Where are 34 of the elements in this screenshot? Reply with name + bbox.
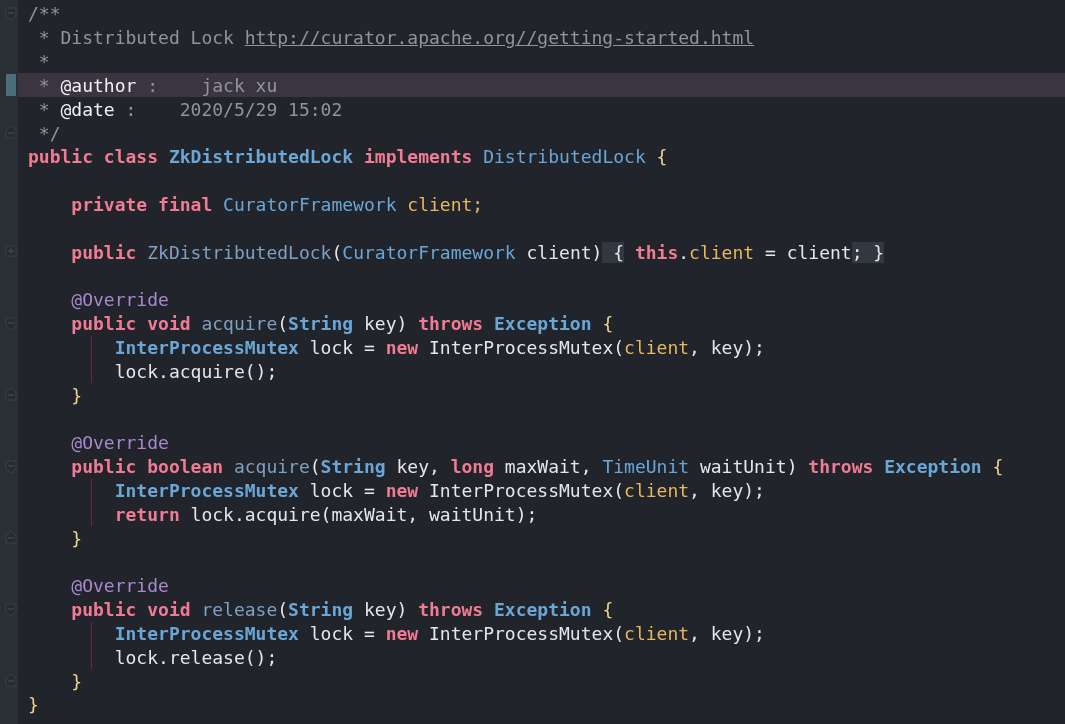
code-line: public void release(String key) throws Exception {	[70, 599, 614, 621]
code-line: lock.release();	[113, 646, 278, 668]
code-line: lock.acquire();	[113, 360, 278, 382]
collapse-icon[interactable]	[4, 458, 18, 474]
collapse-icon[interactable]	[4, 387, 18, 403]
collapse-icon[interactable]	[4, 6, 18, 21]
code-line: @Override	[70, 432, 169, 454]
code-line: /**	[28, 3, 61, 25]
code-line: InterProcessMutex lock = new InterProcessMutex(client, key);	[113, 479, 765, 501]
code-line: return lock.acquire(maxWait, waitUnit);	[113, 503, 538, 525]
collapse-icon[interactable]	[4, 601, 18, 617]
code-line: }	[70, 384, 83, 406]
code-line: public void acquire(String key) throws Exception {	[70, 313, 614, 335]
code-line: public ZkDistributedLock(CuratorFramework client) { this.client = client; }	[70, 241, 885, 263]
code-line: InterProcessMutex lock = new InterProcessMutex(client, key);	[113, 622, 765, 644]
code-line: }	[70, 527, 83, 549]
code-line: private final CuratorFramework client;	[70, 194, 484, 216]
code-line: * @author : jack xu	[37, 74, 278, 96]
code-line: InterProcessMutex lock = new InterProcessMutex(client, key);	[113, 337, 765, 358]
code-line: }	[70, 670, 83, 692]
code-line: @Override	[70, 289, 169, 311]
code-line: public boolean acquire(String key, long maxWait, TimeUnit waitUnit) throws Exception {	[70, 456, 1004, 478]
collapse-icon[interactable]	[4, 673, 18, 689]
code-line: * @date : 2020/5/29 15:02	[37, 98, 343, 120]
collapse-icon[interactable]	[4, 315, 18, 331]
collapse-icon[interactable]	[4, 125, 18, 141]
code-line: @Override	[70, 575, 169, 597]
code-line: *	[37, 51, 50, 73]
collapse-icon[interactable]	[4, 530, 18, 546]
code-line: */	[37, 122, 61, 144]
expand-icon[interactable]	[4, 244, 18, 260]
code-line: }	[28, 694, 39, 716]
code-line: public class ZkDistributedLock implements DistributedLock {	[28, 146, 668, 168]
code-line: * Distributed Lock http://curator.apache.org//getting-started.html	[37, 27, 755, 49]
